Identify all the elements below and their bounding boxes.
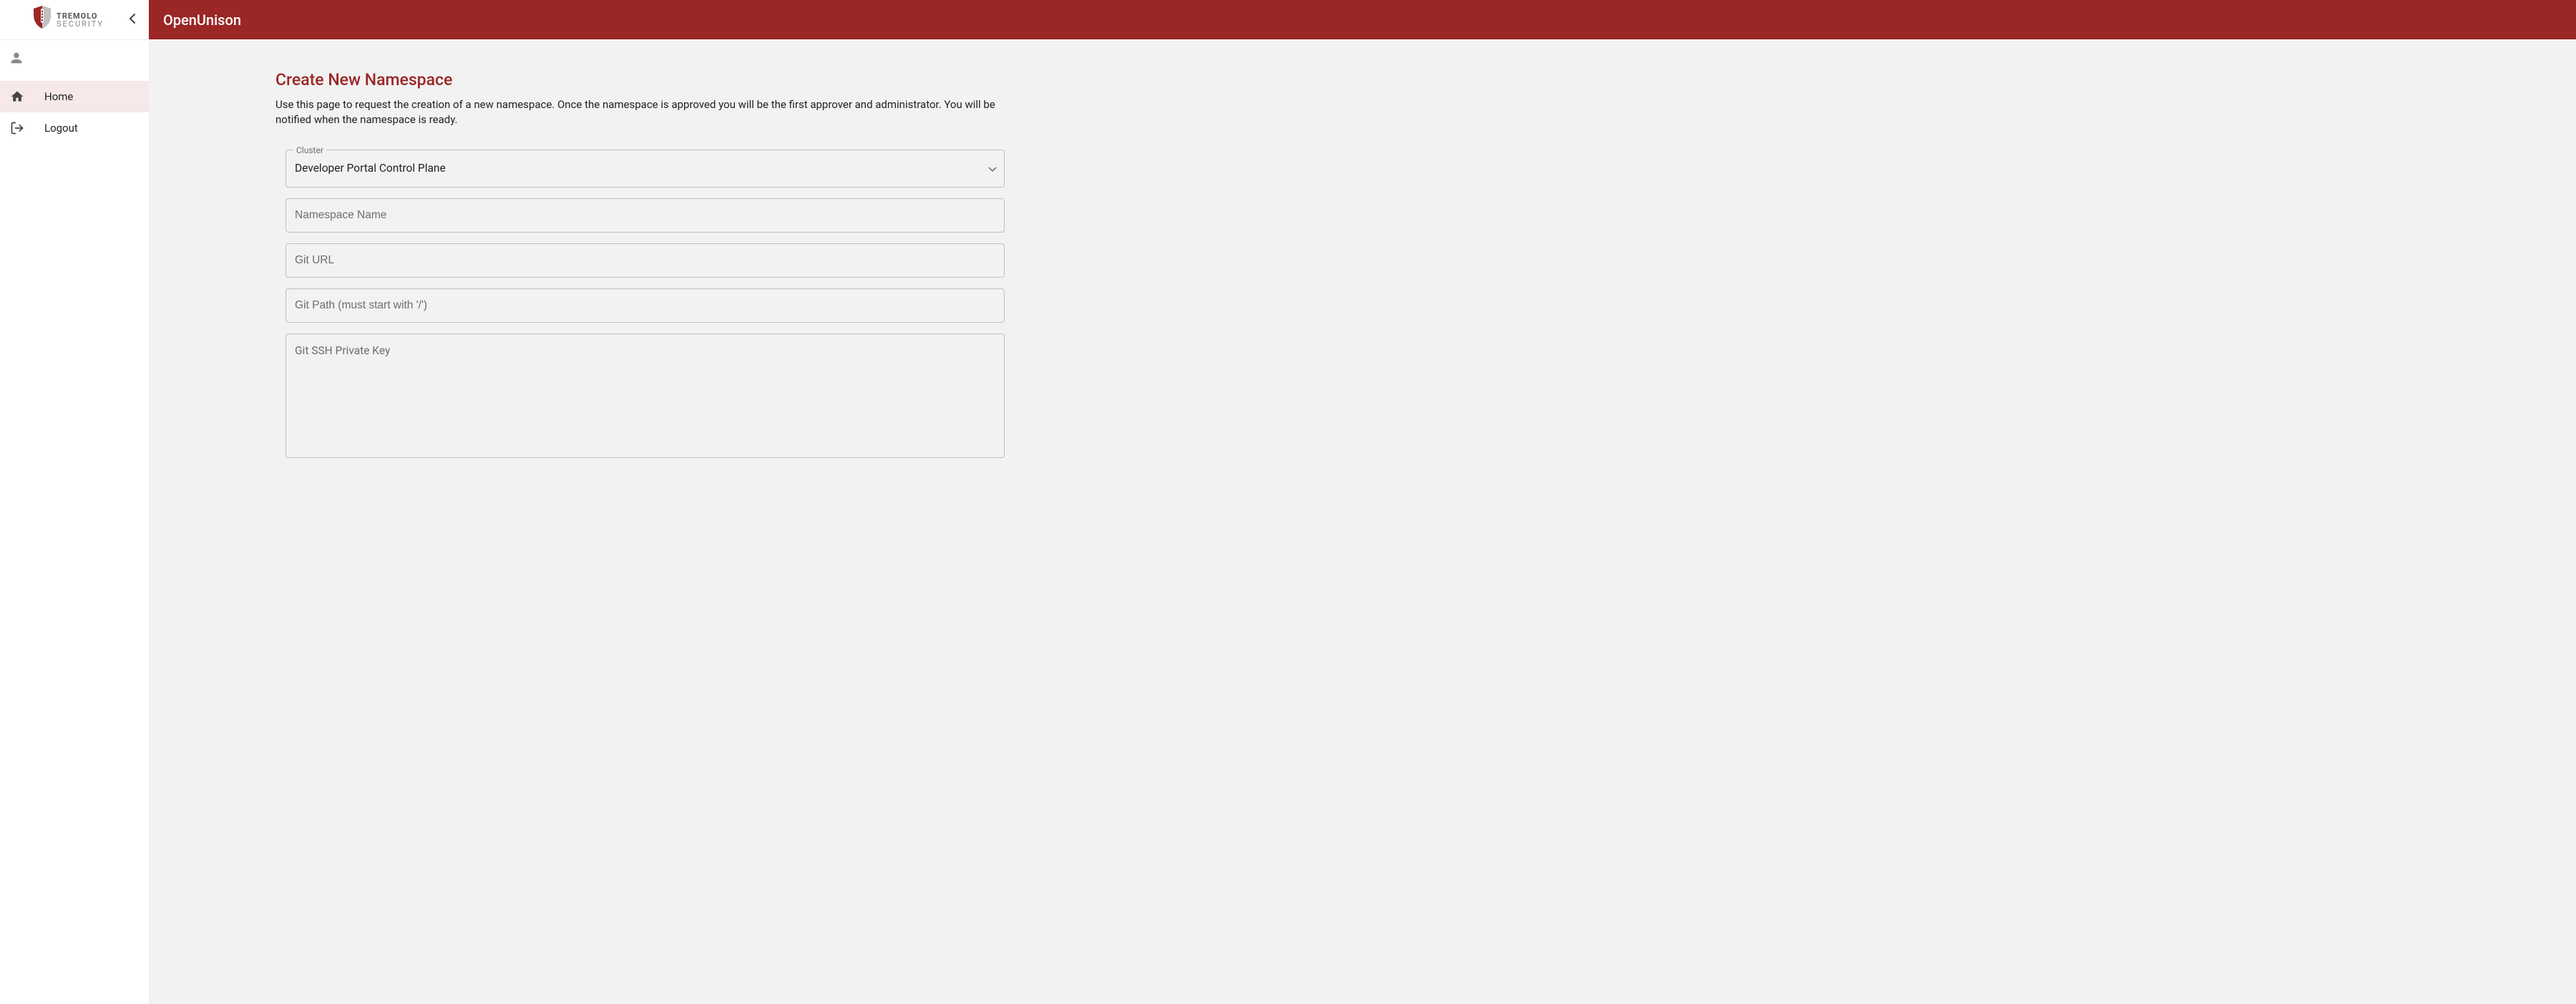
sidebar-collapse-button[interactable] [125,12,140,28]
git-path-field-wrap [286,288,1005,323]
header-logo-area: TREMOLO SECURITY [0,0,149,39]
page-title: Create New Namespace [275,68,2462,93]
brand-text: TREMOLO SECURITY [57,12,104,28]
brand-line1: TREMOLO [57,12,104,20]
sidebar-item-label: Logout [44,120,78,137]
person-icon [9,50,24,71]
cluster-value: Developer Portal Control Plane [286,150,1004,187]
app-header: TREMOLO SECURITY OpenUnison [0,0,2576,39]
page-description: Use this page to request the creation of… [275,97,1002,129]
cluster-select[interactable]: Cluster Developer Portal Control Plane [286,150,1005,187]
sidebar-item-home[interactable]: Home [0,81,149,112]
chevron-left-icon [129,11,136,29]
cluster-label: Cluster [293,144,326,157]
header-title-area: OpenUnison [149,0,2576,39]
git-url-input[interactable] [286,244,1004,277]
shield-icon [32,5,52,34]
brand-logo: TREMOLO SECURITY [32,5,104,34]
namespace-name-input[interactable] [286,199,1004,232]
sidebar: Home Logout [0,39,149,1004]
dropdown-icon [988,160,997,177]
sidebar-user-row[interactable] [0,40,149,81]
sidebar-item-logout[interactable]: Logout [0,112,149,144]
app-title: OpenUnison [163,9,241,31]
sidebar-item-label: Home [44,89,73,105]
git-path-input[interactable] [286,289,1004,322]
git-url-field-wrap [286,243,1005,278]
main-content: Create New Namespace Use this page to re… [149,39,2576,1004]
namespace-name-field-wrap [286,198,1005,233]
git-ssh-key-input[interactable] [286,334,1004,457]
brand-line2: SECURITY [57,20,104,28]
logout-icon [9,120,26,137]
home-icon [9,88,26,105]
git-ssh-key-field-wrap [286,333,1005,458]
